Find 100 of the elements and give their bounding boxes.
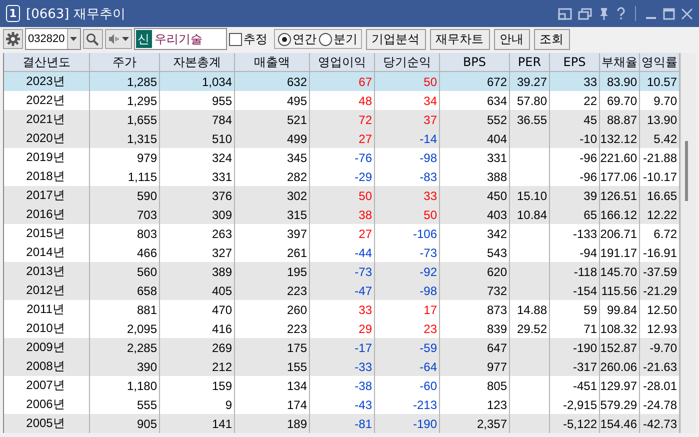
table-cell: -16.91 bbox=[642, 246, 677, 260]
period-radio[interactable]: 연간 bbox=[278, 30, 317, 48]
table-cell: 50 bbox=[358, 188, 372, 202]
table-cell: 72 bbox=[358, 112, 372, 126]
table-cell: 71 bbox=[584, 322, 597, 336]
table-cell: -42.73 bbox=[642, 416, 677, 430]
table-cell: -47 bbox=[354, 284, 372, 298]
table-cell: 390 bbox=[136, 360, 157, 374]
year-cell: 2022년 bbox=[26, 92, 65, 109]
table-cell: 345 bbox=[286, 150, 307, 164]
table-cell: 174 bbox=[286, 398, 307, 412]
year-cell: 2010년 bbox=[26, 320, 65, 337]
stock-code-combo[interactable]: 032820 bbox=[25, 28, 81, 50]
table-cell: 873 bbox=[486, 302, 507, 316]
table-cell: -81 bbox=[354, 416, 372, 430]
year-cell: 2016년 bbox=[26, 206, 65, 223]
year-cell: 2019년 bbox=[26, 149, 65, 166]
table-cell: 376 bbox=[212, 188, 232, 202]
search-button[interactable] bbox=[82, 29, 103, 49]
table-cell: 1,655 bbox=[126, 112, 157, 126]
year-cell: 2021년 bbox=[26, 111, 65, 128]
table-cell: 10.57 bbox=[646, 74, 677, 88]
table-cell: 331 bbox=[212, 170, 232, 184]
table-cell: 23 bbox=[424, 322, 437, 336]
table-cell: 1,315 bbox=[126, 132, 157, 146]
table-cell: 955 bbox=[212, 94, 232, 108]
table-cell: 632 bbox=[286, 74, 307, 88]
table-cell: 389 bbox=[212, 264, 232, 278]
table-cell: 14.88 bbox=[516, 302, 547, 316]
toolbar-button[interactable]: 재무차트 bbox=[430, 28, 490, 50]
table-cell: -59 bbox=[420, 340, 437, 354]
table-cell: 155 bbox=[286, 360, 307, 374]
table-cell: 839 bbox=[486, 322, 507, 336]
table-cell: 22 bbox=[584, 94, 597, 108]
table-cell: 803 bbox=[136, 226, 157, 240]
table-cell: -28.01 bbox=[642, 378, 677, 392]
table-cell: 115.56 bbox=[601, 284, 637, 298]
table-cell: 83.90 bbox=[606, 74, 637, 88]
table-cell: 405 bbox=[212, 284, 232, 298]
table-cell: -190 bbox=[412, 416, 437, 430]
vertical-scrollbar[interactable] bbox=[680, 53, 696, 433]
table-cell: 260.06 bbox=[600, 360, 637, 374]
table-cell: 1,295 bbox=[126, 94, 157, 108]
table-cell: 12.22 bbox=[646, 208, 677, 222]
table-cell: -96 bbox=[580, 170, 597, 184]
estimate-checkbox[interactable]: 추정 bbox=[228, 30, 268, 48]
toolbar-button[interactable]: 안내 bbox=[494, 28, 530, 50]
table-cell: 261 bbox=[286, 246, 307, 260]
search-icon bbox=[86, 32, 100, 46]
table-cell: -98 bbox=[420, 150, 437, 164]
speaker-button[interactable] bbox=[104, 29, 132, 49]
stock-name-field[interactable]: 신 우리기술 bbox=[134, 28, 227, 50]
table-cell: 177.06 bbox=[600, 170, 637, 184]
help-icon[interactable] bbox=[616, 7, 626, 20]
layout-icon[interactable] bbox=[558, 8, 572, 20]
table-cell: 620 bbox=[486, 264, 507, 278]
table-cell: 33 bbox=[358, 302, 372, 316]
table-cell: 39 bbox=[584, 188, 597, 202]
table-cell: 331 bbox=[486, 150, 507, 164]
table-cell: -29 bbox=[354, 170, 372, 184]
table-cell: 327 bbox=[212, 246, 232, 260]
period-radio[interactable]: 분기 bbox=[318, 30, 358, 48]
table-cell: 38 bbox=[358, 208, 372, 222]
table-cell: -33 bbox=[354, 360, 372, 374]
table-cell: 129.97 bbox=[600, 378, 637, 392]
table-cell: -106 bbox=[412, 226, 437, 240]
gear-icon bbox=[6, 32, 20, 46]
table-cell: 99.84 bbox=[606, 302, 637, 316]
table-cell: 69.70 bbox=[606, 94, 637, 108]
caret-icon[interactable] bbox=[70, 37, 78, 41]
settings-button[interactable] bbox=[3, 29, 23, 49]
year-cell: 2012년 bbox=[26, 282, 65, 299]
table-cell: 27 bbox=[358, 132, 372, 146]
table-cell: 552 bbox=[486, 112, 507, 126]
table-cell: -60 bbox=[420, 378, 437, 392]
table-cell: -73 bbox=[354, 264, 372, 278]
market-badge: 신 bbox=[136, 30, 152, 48]
toolbar-button[interactable]: 기업분석 bbox=[366, 28, 426, 50]
maximize-icon[interactable] bbox=[663, 8, 675, 20]
table-cell: -5,122 bbox=[562, 416, 597, 430]
table-cell: 50 bbox=[424, 208, 437, 222]
table-cell: 16.65 bbox=[646, 188, 677, 202]
table-cell: -64 bbox=[420, 360, 437, 374]
pin-icon[interactable] bbox=[598, 7, 610, 20]
table-cell: 45 bbox=[584, 112, 597, 126]
table-cell: 206.71 bbox=[600, 226, 637, 240]
table-cell: 647 bbox=[486, 340, 507, 354]
table-cell: -96 bbox=[580, 150, 597, 164]
close-icon[interactable] bbox=[681, 8, 693, 20]
windows-icon[interactable] bbox=[578, 8, 592, 20]
table-cell: 905 bbox=[136, 416, 157, 430]
table-cell: 108.32 bbox=[600, 322, 637, 336]
year-cell: 2013년 bbox=[26, 263, 65, 280]
table-cell: 154.46 bbox=[600, 416, 637, 430]
table-cell: -94 bbox=[580, 246, 597, 260]
window-number-badge: 1 bbox=[6, 5, 20, 22]
toolbar-button[interactable]: 조회 bbox=[534, 28, 570, 50]
table-cell: 521 bbox=[286, 112, 307, 126]
table-cell: 36.55 bbox=[516, 112, 547, 126]
table-cell: 732 bbox=[486, 284, 507, 298]
